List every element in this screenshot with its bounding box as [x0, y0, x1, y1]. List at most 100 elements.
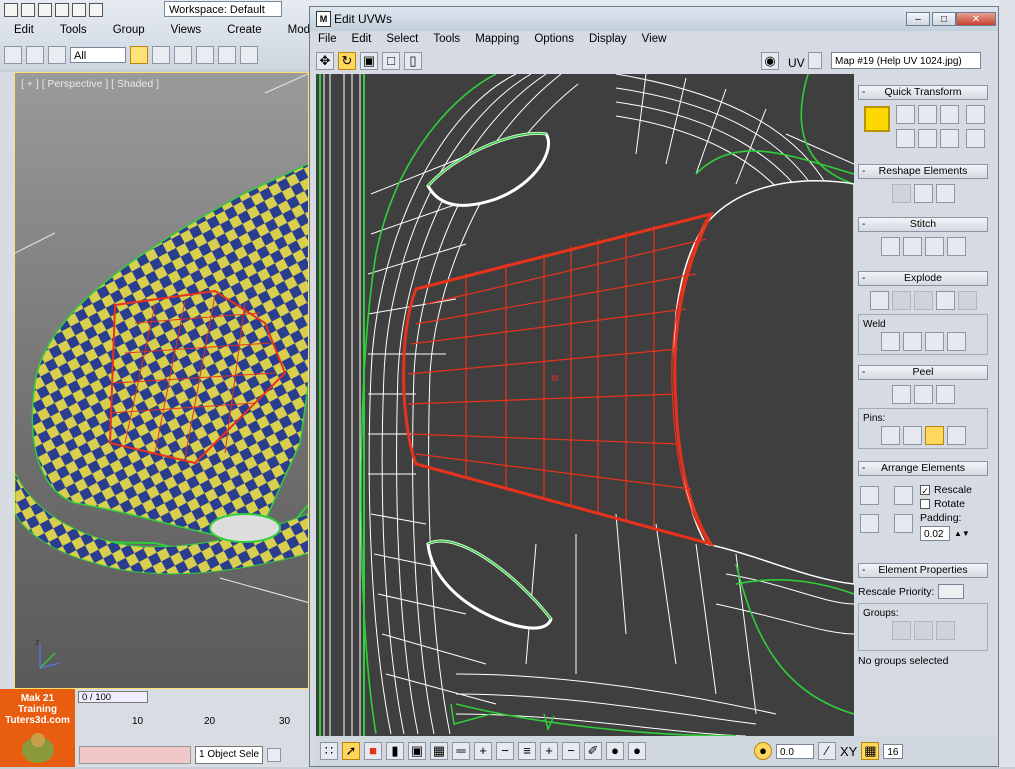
menu-options[interactable]: Options: [526, 31, 581, 48]
select-by-element-icon[interactable]: ▣: [408, 742, 426, 760]
uv-editor-canvas[interactable]: [316, 74, 854, 736]
paint-grow-icon[interactable]: ●: [606, 742, 624, 760]
ungroup-selected-icon[interactable]: [913, 621, 933, 640]
minimize-button[interactable]: –: [906, 12, 930, 26]
close-button[interactable]: ✕: [956, 12, 996, 26]
unpin-selected-icon[interactable]: [902, 426, 922, 445]
vertex-mode-icon[interactable]: ∷: [320, 742, 338, 760]
weld-selected-icon[interactable]: [902, 332, 922, 351]
menu-mapping[interactable]: Mapping: [467, 31, 526, 48]
collapse-icon[interactable]: -: [862, 165, 865, 178]
align-vertical-icon[interactable]: [896, 129, 915, 148]
maxscript-listener[interactable]: [79, 745, 191, 764]
straighten-selection-icon[interactable]: [891, 184, 911, 203]
redo-icon[interactable]: [72, 3, 86, 17]
pack-custom-icon[interactable]: [894, 486, 913, 505]
spinner-arrows-icon[interactable]: ▲▼: [954, 529, 970, 538]
group-selected-icon[interactable]: [891, 621, 911, 640]
paint-shrink-icon[interactable]: ●: [628, 742, 646, 760]
perspective-viewport[interactable]: [ + ] [ Perspective ] [ Shaded ] z: [14, 72, 309, 689]
rollout-header[interactable]: - Explode: [858, 271, 988, 286]
menu-display[interactable]: Display: [581, 31, 634, 48]
rotate-icon[interactable]: [240, 46, 258, 64]
loop-plus-icon[interactable]: +: [540, 742, 558, 760]
lock-icon[interactable]: [267, 747, 282, 762]
save-file-icon[interactable]: [38, 3, 52, 17]
time-slider[interactable]: 0 / 100: [78, 691, 148, 703]
map-list-icon[interactable]: [808, 52, 822, 69]
checker-display-icon[interactable]: ◉: [761, 52, 779, 70]
undo-icon[interactable]: [55, 3, 69, 17]
workspace-dropdown[interactable]: Workspace: Default: [164, 1, 282, 17]
loop-minus-icon[interactable]: −: [562, 742, 580, 760]
rotate-minus-90-icon[interactable]: [940, 129, 959, 148]
select-pinned-icon[interactable]: [946, 426, 966, 445]
uv-space-label[interactable]: UV: [788, 56, 805, 70]
soft-selection-icon[interactable]: ●: [754, 742, 772, 760]
edge-mode-icon[interactable]: ➚: [342, 742, 360, 760]
paint-select-icon[interactable]: ✐: [584, 742, 602, 760]
falloff-type-icon[interactable]: ∕: [818, 742, 836, 760]
scale-icon[interactable]: ▣: [360, 52, 378, 70]
align-horizontal-icon[interactable]: [896, 105, 915, 124]
flatten-by-polygon-icon[interactable]: [913, 291, 933, 310]
selection-filter-dropdown[interactable]: All: [70, 47, 126, 63]
move-icon[interactable]: ✥: [316, 52, 334, 70]
grow-selection-icon[interactable]: ▦: [430, 742, 448, 760]
falloff-spinner[interactable]: 0.0: [776, 743, 814, 759]
stitch-to-target-icon[interactable]: [880, 237, 900, 256]
stitch-to-source-icon[interactable]: [924, 237, 944, 256]
rotate-90-icon[interactable]: [940, 105, 959, 124]
rollout-header[interactable]: - Reshape Elements: [858, 164, 988, 179]
collapse-icon[interactable]: -: [862, 564, 865, 577]
polygon-mode-icon[interactable]: ■: [364, 742, 382, 760]
weld-settings-icon[interactable]: [946, 332, 966, 351]
collapse-icon[interactable]: -: [862, 462, 865, 475]
menu-view[interactable]: View: [634, 31, 674, 48]
menu-edit[interactable]: Edit: [344, 31, 379, 48]
collapse-icon[interactable]: -: [862, 218, 865, 231]
menu-file[interactable]: File: [310, 31, 344, 48]
rotate-checkbox[interactable]: [920, 499, 930, 509]
align-to-edge-icon[interactable]: [864, 106, 890, 132]
padding-spinner[interactable]: 0.02: [920, 526, 950, 541]
flatten-by-material-icon[interactable]: [957, 291, 977, 310]
collapse-icon[interactable]: -: [862, 366, 865, 379]
collapse-icon[interactable]: -: [862, 272, 865, 285]
pack-together-icon[interactable]: [860, 514, 879, 533]
relax-icon[interactable]: [913, 184, 933, 203]
new-file-icon[interactable]: [4, 3, 18, 17]
menu-views[interactable]: Views: [157, 22, 213, 38]
project-folder-icon[interactable]: [89, 3, 103, 17]
space-horizontal-icon[interactable]: [966, 105, 985, 124]
reset-peel-icon[interactable]: [935, 385, 955, 404]
weld-all-selected-icon[interactable]: [924, 332, 944, 351]
pin-selected-icon[interactable]: [880, 426, 900, 445]
texture-map-dropdown[interactable]: Map #19 (Help UV 1024.jpg): [831, 52, 981, 69]
maximize-button[interactable]: □: [932, 12, 956, 26]
window-crossing-icon[interactable]: [196, 46, 214, 64]
pack-settings-icon[interactable]: [894, 514, 913, 533]
window-titlebar[interactable]: M Edit UVWs – □ ✕: [310, 7, 998, 31]
rollout-header[interactable]: - Stitch: [858, 217, 988, 232]
grid-snap-icon[interactable]: ▦: [861, 742, 880, 760]
mirror-icon[interactable]: ▯: [404, 52, 422, 70]
rollout-header[interactable]: - Element Properties: [858, 563, 988, 578]
align-linear-icon[interactable]: [918, 105, 937, 124]
stitch-to-average-icon[interactable]: [902, 237, 922, 256]
rescale-checkbox[interactable]: ✓: [920, 485, 930, 496]
shrink-icon[interactable]: −: [496, 742, 514, 760]
stitch-settings-icon[interactable]: [946, 237, 966, 256]
freeform-icon[interactable]: □: [382, 52, 400, 70]
element-mode-icon[interactable]: ▮: [386, 742, 404, 760]
select-group-icon[interactable]: [935, 621, 955, 640]
break-icon[interactable]: [869, 291, 889, 310]
rectangular-selection-icon[interactable]: [174, 46, 192, 64]
grow-icon[interactable]: +: [474, 742, 492, 760]
move-icon[interactable]: [218, 46, 236, 64]
timeline-ruler[interactable]: 10 20 30: [74, 707, 309, 729]
menu-select[interactable]: Select: [378, 31, 425, 48]
target-weld-icon[interactable]: [880, 332, 900, 351]
menu-tools[interactable]: Tools: [46, 22, 99, 38]
menu-group[interactable]: Group: [99, 22, 157, 38]
